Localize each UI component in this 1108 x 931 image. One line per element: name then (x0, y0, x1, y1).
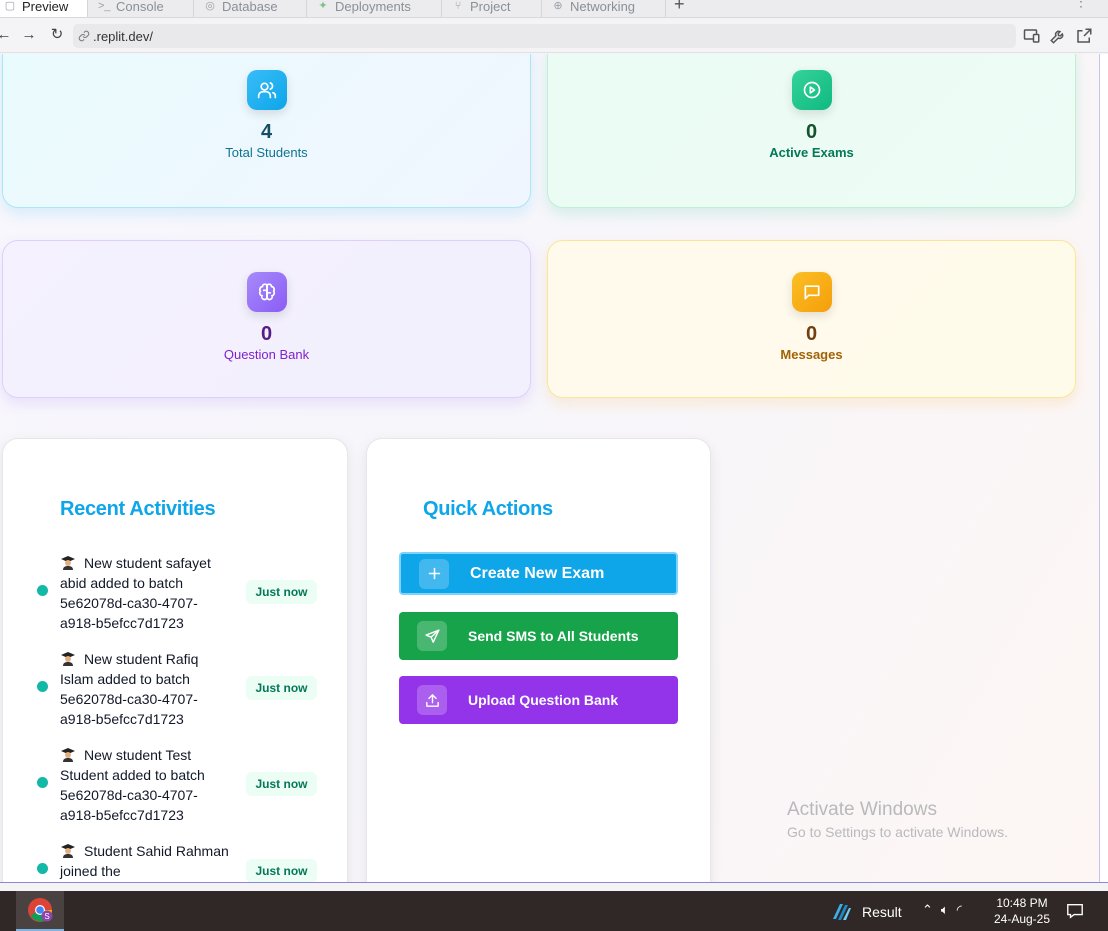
student-emoji-icon (61, 748, 75, 762)
viewport-scrollbar-track (1100, 54, 1108, 882)
browser-tab-strip: ▢ Preview >_ Console ◎ Database ✦ Deploy… (0, 0, 1108, 18)
send-sms-label: Send SMS to All Students (468, 628, 639, 644)
quick-actions-panel: Quick Actions (366, 438, 711, 882)
tab-label: Networking (570, 0, 636, 14)
tab-networking[interactable]: ⊕ Networking (542, 0, 666, 17)
forward-icon[interactable]: → (19, 25, 39, 45)
activity-text: New student Rafiq Islam added to batch 5… (60, 651, 199, 727)
windows-taskbar: S Result ⌃ 🔈︎ ◜ 10:48 PM 24-Aug-25 (0, 891, 1108, 931)
stat-label: Active Exams (769, 145, 854, 160)
tab-label: Preview (22, 0, 69, 14)
wifi-icon[interactable]: ◜ (957, 902, 962, 918)
stat-card-messages: 0 Messages (547, 240, 1076, 398)
chevron-up-icon[interactable]: ⌃ (922, 902, 933, 918)
upload-question-bank-label: Upload Question Bank (468, 692, 619, 708)
tab-deployments[interactable]: ✦ Deployments (307, 0, 442, 17)
tab-label: Deployments (335, 0, 411, 14)
activity-text: Student Sahid Rahman joined the (60, 843, 229, 879)
activity-dot (37, 585, 48, 596)
stat-value: 0 (805, 121, 818, 143)
quick-actions-title: Quick Actions (423, 498, 553, 520)
tab-console[interactable]: >_ Console (88, 0, 194, 17)
clock-time: 10:48 PM (996, 896, 1048, 910)
activity-time-badge: Just now (246, 580, 317, 604)
wrench-icon[interactable] (1049, 27, 1067, 45)
networking-icon: ⊕ (553, 0, 563, 12)
speaker-icon[interactable]: 🔈︎ (941, 902, 949, 918)
play-circle-icon (791, 70, 832, 110)
console-icon: >_ (98, 0, 111, 12)
plus-icon (419, 558, 449, 589)
url-text: .replit.dev/ (93, 28, 153, 44)
watermark-title: Activate Windows (787, 799, 937, 820)
svg-text:S: S (44, 912, 49, 921)
recent-activities-title: Recent Activities (60, 498, 216, 520)
new-tab-button[interactable]: + (674, 0, 685, 15)
result-widget[interactable]: Result (830, 901, 902, 923)
users-icon (246, 70, 287, 110)
activity-time-badge: Just now (246, 676, 317, 700)
deployments-icon: ✦ (318, 0, 328, 12)
tab-label: Database (222, 0, 278, 14)
watermark-subtitle: Go to Settings to activate Windows. (787, 824, 1008, 840)
upload-question-bank-button[interactable]: Upload Question Bank (399, 676, 678, 724)
stat-value: 0 (805, 323, 818, 345)
tab-label: Project (470, 0, 511, 14)
message-icon (791, 272, 832, 312)
database-icon: ◎ (205, 0, 215, 12)
preview-icon: ▢ (4, 0, 16, 12)
system-tray: ⌃ 🔈︎ ◜ (922, 902, 962, 918)
chrome-icon: S (28, 898, 53, 922)
open-external-icon[interactable] (1075, 27, 1093, 45)
stat-value: 0 (260, 323, 273, 345)
chrome-taskbar-button[interactable]: S (16, 891, 64, 931)
activate-windows-watermark: Activate Windows Go to Settings to activ… (787, 799, 1008, 840)
activity-time-badge: Just now (246, 772, 317, 796)
activity-dot (37, 863, 48, 874)
send-icon (417, 621, 447, 651)
student-emoji-icon (61, 844, 75, 858)
student-emoji-icon (61, 556, 75, 570)
stat-label: Total Students (225, 145, 308, 160)
project-icon: ⑂ (454, 0, 462, 12)
tab-label: Console (116, 0, 164, 14)
create-new-exam-button[interactable]: Create New Exam (399, 552, 678, 595)
reload-icon[interactable]: ↻ (47, 25, 67, 45)
student-emoji-icon (61, 652, 75, 666)
stat-value: 4 (260, 121, 273, 143)
stat-label: Messages (780, 347, 843, 362)
stat-label: Question Bank (223, 347, 310, 362)
activity-dot (37, 777, 48, 788)
stat-card-question-bank: 0 Question Bank (2, 240, 531, 398)
devices-icon[interactable] (1023, 27, 1041, 45)
stat-card-active-exams: 0 Active Exams (547, 54, 1076, 208)
brain-icon (246, 272, 287, 312)
create-new-exam-label: Create New Exam (470, 564, 605, 582)
tab-database[interactable]: ◎ Database (194, 0, 307, 17)
back-icon[interactable]: ← (0, 25, 14, 45)
url-field[interactable]: .replit.dev/ (73, 24, 1016, 48)
recent-activities-panel: Recent Activities New student safayet ab… (2, 438, 348, 882)
send-sms-button[interactable]: Send SMS to All Students (399, 612, 678, 660)
upload-icon (417, 685, 447, 715)
viewport-bottom-border (0, 882, 1108, 883)
tab-project[interactable]: ⑂ Project (442, 0, 542, 17)
tab-preview[interactable]: ▢ Preview (0, 0, 88, 17)
taskbar-clock[interactable]: 10:48 PM 24-Aug-25 (990, 895, 1054, 927)
activity-dot (37, 681, 48, 692)
activity-time-badge: Just now (246, 859, 317, 882)
activity-text: New student safayet abid added to batch … (60, 555, 211, 631)
address-bar-row: ← → ↻ .replit.dev/ (0, 19, 1108, 53)
link-icon (78, 30, 90, 42)
cricket-icon (833, 904, 851, 920)
page-viewport: 4 Total Students 0 Active Exams 0 Questi… (0, 54, 1100, 882)
result-label: Result (862, 904, 902, 920)
stat-card-total-students: 4 Total Students (2, 54, 531, 208)
more-options-icon[interactable]: ⋮ (1074, 0, 1088, 10)
activity-text: New student Test Student added to batch … (60, 747, 205, 823)
notifications-icon[interactable] (1066, 902, 1084, 920)
clock-date: 24-Aug-25 (993, 912, 1051, 926)
